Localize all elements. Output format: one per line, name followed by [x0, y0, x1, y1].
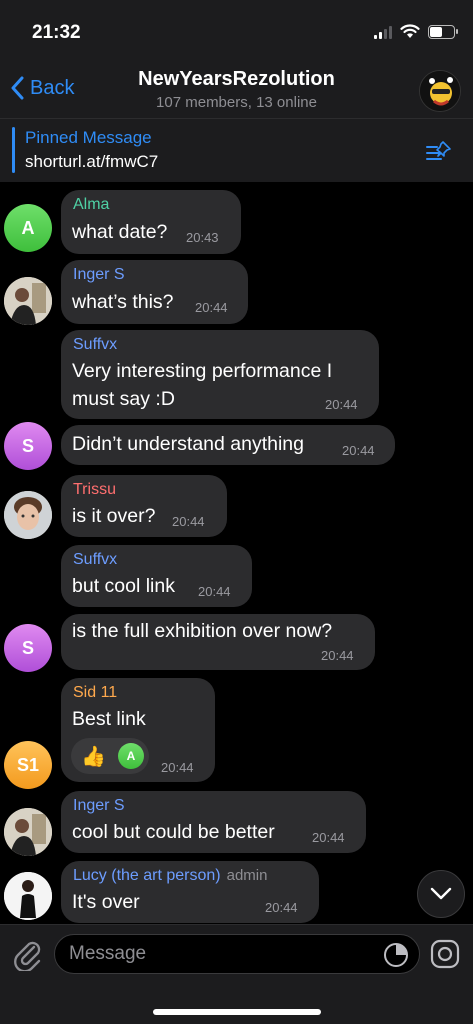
message-item: Inger S cool but could be better 20:44 — [0, 791, 473, 856]
avatar-photo-image — [4, 872, 52, 920]
sender-avatar[interactable]: S — [4, 422, 52, 470]
message-bubble[interactable]: Sid 11 Best link 👍 A 20:44 — [61, 678, 215, 782]
sender-avatar[interactable]: A — [4, 204, 52, 252]
message-text-line-1: Very interesting performance I — [72, 360, 333, 382]
message-item: Suffvx Very interesting performance I mu… — [0, 330, 473, 419]
admin-badge: admin — [226, 867, 268, 884]
message-bubble[interactable]: Trissu is it over? 20:44 — [61, 475, 227, 537]
message-item: Lucy (the art person) admin It's over 20:… — [0, 861, 473, 923]
back-label: Back — [30, 76, 75, 99]
message-text: Didn’t understand anything — [72, 433, 304, 455]
message-bubble[interactable]: Lucy (the art person) admin It's over 20:… — [61, 861, 319, 923]
avatar-photo-image — [4, 808, 52, 856]
message-time: 20:44 — [198, 584, 231, 599]
message-bubble[interactable]: Inger S what’s this? 20:44 — [61, 260, 248, 324]
message-item: S is the full exhibition over now? 20:44 — [0, 614, 473, 672]
pin-list-icon[interactable] — [425, 139, 453, 163]
message-field[interactable] — [54, 934, 420, 974]
attachment-icon[interactable] — [12, 937, 42, 971]
reaction-user-avatar: A — [117, 743, 144, 769]
sender-avatar[interactable]: S1 — [4, 741, 52, 789]
reaction-pill[interactable]: 👍 A — [71, 738, 149, 774]
sender-name[interactable]: Alma — [73, 196, 109, 214]
message-item: A Alma what date? 20:43 — [0, 190, 473, 254]
status-icons — [374, 24, 458, 39]
group-avatar[interactable] — [419, 70, 461, 112]
message-time: 20:44 — [265, 900, 298, 915]
chevron-down-icon — [430, 887, 452, 900]
cellular-signal-icon — [374, 25, 392, 39]
pinned-message-bar[interactable]: Pinned Message shorturl.at/fmwC7 — [0, 118, 473, 182]
sticker-icon[interactable] — [383, 942, 409, 968]
message-text: is the full exhibition over now? — [72, 620, 333, 642]
sender-avatar[interactable] — [4, 808, 52, 856]
avatar-initial: S — [21, 435, 34, 456]
avatar-initial: A — [21, 217, 35, 238]
thumbs-up-reaction-icon: 👍 — [81, 745, 106, 768]
sender-name[interactable]: Trissu — [73, 481, 116, 499]
message-text: but cool link — [72, 575, 175, 597]
message-item: Trissu is it over? 20:44 — [0, 475, 473, 539]
message-bubble[interactable]: Alma what date? 20:43 — [61, 190, 241, 254]
sender-name[interactable]: Sid 11 — [73, 684, 117, 702]
message-time: 20:44 — [342, 443, 375, 458]
message-item: S1 Sid 11 Best link 👍 A 20:44 — [0, 678, 473, 789]
pinned-title: Pinned Message — [25, 128, 152, 147]
avatar-initial: S — [21, 637, 34, 658]
sender-name[interactable]: Inger S — [73, 266, 125, 284]
message-input-bar — [0, 924, 473, 1024]
message-time: 20:44 — [312, 830, 345, 845]
wifi-icon — [400, 24, 420, 38]
sender-avatar[interactable] — [4, 491, 52, 539]
chat-header: Back NewYearsRezolution 107 members, 13 … — [0, 62, 473, 118]
chevron-left-icon — [11, 76, 24, 100]
message-item: Suffvx but cool link 20:44 — [0, 545, 473, 607]
message-text: It's over — [72, 891, 140, 913]
chat-subtitle: 107 members, 13 online — [156, 94, 317, 111]
message-time: 20:43 — [186, 230, 219, 245]
message-input[interactable] — [69, 935, 369, 973]
back-button[interactable]: Back — [10, 76, 74, 100]
message-time: 20:44 — [325, 397, 358, 412]
sender-name[interactable]: Lucy (the art person) admin — [73, 867, 267, 885]
pinned-indicator — [12, 127, 15, 173]
avatar-photo-image — [4, 277, 52, 325]
sender-name[interactable]: Suffvx — [73, 551, 117, 569]
message-text: what date? — [72, 221, 168, 243]
sender-name[interactable]: Inger S — [73, 797, 125, 815]
avatar-initial: S1 — [16, 754, 40, 775]
message-bubble[interactable]: Suffvx Very interesting performance I mu… — [61, 330, 379, 419]
message-time: 20:44 — [172, 514, 205, 529]
message-time: 20:44 — [321, 648, 354, 663]
message-bubble[interactable]: is the full exhibition over now? 20:44 — [61, 614, 375, 670]
status-bar: 21:32 — [0, 0, 473, 62]
pinned-text[interactable]: shorturl.at/fmwC7 — [25, 152, 158, 172]
message-text: is it over? — [72, 505, 156, 527]
message-item: S Didn’t understand anything 20:44 — [0, 422, 473, 470]
camera-icon[interactable] — [430, 939, 460, 969]
battery-icon — [428, 24, 458, 39]
sender-name-text: Lucy (the art person) — [73, 867, 221, 884]
message-text: what’s this? — [72, 291, 174, 313]
group-avatar-image — [420, 71, 460, 111]
message-bubble[interactable]: Suffvx but cool link 20:44 — [61, 545, 252, 607]
home-indicator — [153, 1009, 321, 1015]
chat-title: NewYearsRezolution — [138, 68, 335, 90]
message-bubble[interactable]: Inger S cool but could be better 20:44 — [61, 791, 366, 853]
scroll-to-bottom-button[interactable] — [417, 870, 465, 918]
message-text: cool but could be better — [72, 821, 275, 843]
message-time: 20:44 — [195, 300, 228, 315]
chat-title-area[interactable]: NewYearsRezolution 107 members, 13 onlin… — [90, 68, 383, 111]
sender-avatar[interactable]: S — [4, 624, 52, 672]
message-time: 20:44 — [161, 760, 194, 775]
message-text: Best link — [72, 708, 146, 730]
sender-name[interactable]: Suffvx — [73, 336, 117, 354]
status-time: 21:32 — [32, 22, 81, 43]
sender-avatar[interactable] — [4, 277, 52, 325]
message-bubble[interactable]: Didn’t understand anything 20:44 — [61, 425, 395, 465]
message-item: Inger S what’s this? 20:44 — [0, 260, 473, 325]
message-text-line-2: must say :D — [72, 388, 175, 410]
sender-avatar[interactable] — [4, 872, 52, 920]
avatar-photo-image — [4, 491, 52, 539]
